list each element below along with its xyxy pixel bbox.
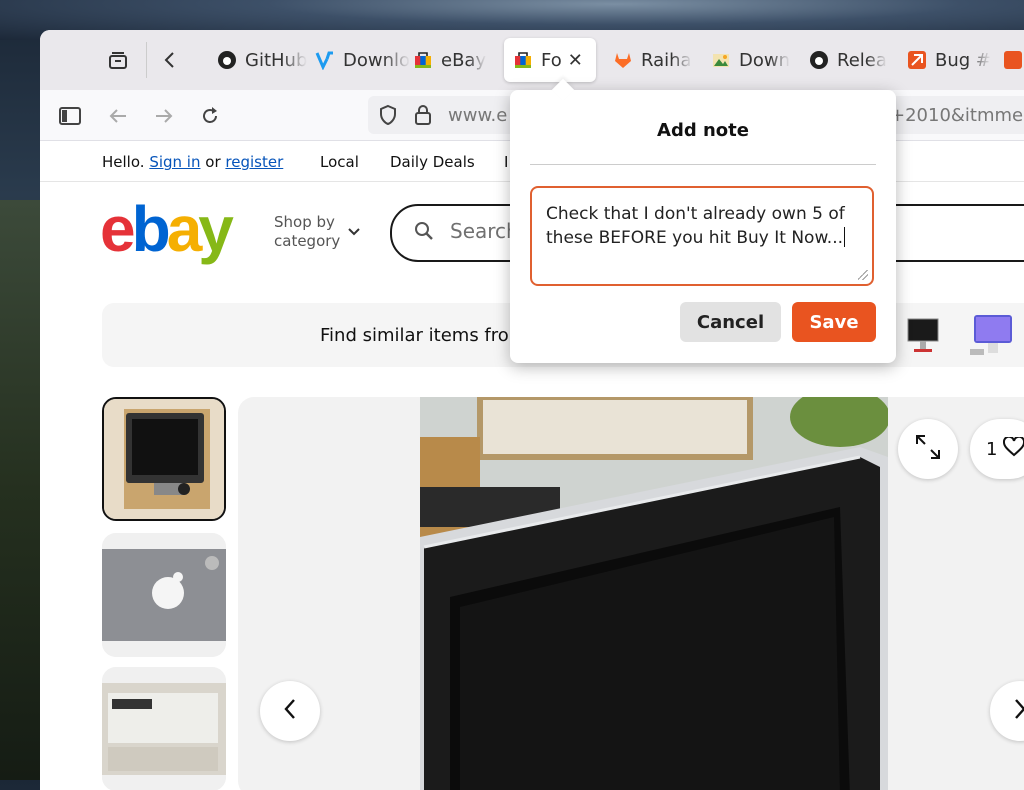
tab-label: Raiha: [641, 49, 692, 71]
tab-label: Bug #: [935, 49, 991, 71]
tab-bar: GitHub Downloads eBay Fo ✕ Raiha Down Re…: [40, 30, 1024, 90]
tab-downloads[interactable]: Downloads: [314, 38, 410, 82]
ebay-bag-icon: [512, 49, 534, 71]
imac-product-icon[interactable]: [968, 311, 1018, 363]
tab-partial[interactable]: [1002, 38, 1024, 82]
chevron-right-icon: [1013, 698, 1024, 724]
main-image-viewer[interactable]: 1: [238, 397, 1024, 790]
ebay-bag-icon: [412, 49, 434, 71]
tab-ebay[interactable]: eBay: [412, 38, 508, 82]
image-icon: [710, 49, 732, 71]
popup-title: Add note: [657, 120, 749, 141]
tab-github[interactable]: GitHub: [216, 38, 312, 82]
tab-label: Down: [739, 49, 791, 71]
github-icon: [808, 49, 830, 71]
thumbnail-1[interactable]: [102, 397, 226, 521]
heart-icon: [1003, 435, 1024, 461]
thumbnail-image: [102, 533, 226, 657]
gitlab-icon: [612, 49, 634, 71]
tab-bug[interactable]: Bug #: [906, 38, 996, 82]
expand-icon: [913, 432, 943, 466]
previous-image-button[interactable]: [260, 681, 320, 741]
shop-by-line2: category: [274, 232, 341, 250]
more-nav-link[interactable]: I: [504, 153, 508, 171]
save-button[interactable]: Save: [792, 302, 876, 342]
tab-label: Fo: [541, 49, 562, 71]
github-icon: [216, 49, 238, 71]
close-tab-icon[interactable]: ✕: [568, 50, 583, 71]
tab-ebay-active[interactable]: Fo ✕: [504, 38, 596, 82]
tab-label: Downloads: [343, 49, 410, 71]
expand-image-button[interactable]: [898, 419, 958, 479]
tab-divider: [146, 42, 147, 78]
url-text-tail: +2010&itmme: [890, 105, 1024, 126]
forward-icon[interactable]: [148, 100, 180, 132]
logo-letter-a: a: [166, 193, 203, 265]
logo-letter-e: e: [100, 193, 136, 265]
ebay-logo[interactable]: ebay: [100, 193, 234, 265]
search-input[interactable]: Search: [450, 219, 519, 243]
lock-icon[interactable]: [414, 104, 432, 130]
tab-label: eBay: [441, 49, 487, 71]
thumbnail-image: [104, 399, 224, 519]
shop-by-category-button[interactable]: Shop by category: [274, 213, 340, 251]
url-text: www.e: [448, 105, 508, 126]
tab-gitlab[interactable]: Raiha: [612, 38, 704, 82]
shop-by-line1: Shop by: [274, 213, 335, 231]
ubuntu-launchpad-icon: [906, 49, 928, 71]
shield-icon[interactable]: [378, 104, 398, 130]
tab-scroll-left-icon[interactable]: [154, 44, 186, 76]
tab-releases[interactable]: Relea: [808, 38, 900, 82]
watch-count: 1: [986, 438, 998, 460]
back-icon[interactable]: [102, 100, 134, 132]
chevron-down-icon: [348, 225, 360, 239]
desktop-wallpaper-hill: [0, 200, 40, 780]
ubuntu-launchpad-icon: [1002, 49, 1024, 71]
tab-label: Relea: [837, 49, 887, 71]
greeting: Hello. Sign in or register: [102, 153, 283, 171]
chevron-left-icon: [283, 698, 297, 724]
logo-letter-b: b: [131, 193, 171, 265]
thumbnail-2[interactable]: [102, 533, 226, 657]
watch-button[interactable]: 1: [970, 419, 1024, 479]
resize-grip-icon[interactable]: [858, 270, 868, 280]
greeting-text: Hello.: [102, 153, 145, 171]
daily-deals-link[interactable]: Daily Deals: [390, 153, 475, 171]
tab-downloads-2[interactable]: Down: [710, 38, 804, 82]
reload-icon[interactable]: [194, 100, 226, 132]
thumbnail-3[interactable]: [102, 667, 226, 790]
product-photo: [420, 397, 888, 790]
next-image-button[interactable]: [990, 681, 1024, 741]
logo-letter-y: y: [198, 193, 234, 265]
sign-in-link[interactable]: Sign in: [149, 153, 200, 171]
popup-divider: [530, 164, 876, 165]
search-icon: [414, 221, 434, 245]
text-caret: [844, 227, 846, 247]
v-logo-icon: [314, 49, 336, 71]
sidebar-toggle-icon[interactable]: [54, 100, 86, 132]
add-note-popup: Add note Check that I don't already own …: [510, 78, 896, 363]
note-textarea[interactable]: Check that I don't already own 5 of thes…: [530, 186, 874, 286]
cancel-button[interactable]: Cancel: [680, 302, 781, 342]
or-text: or: [205, 153, 221, 171]
banner-text: Find similar items from: [320, 325, 527, 346]
tab-overview-icon[interactable]: [102, 44, 134, 76]
thumbnail-image: [102, 667, 226, 790]
monitor-product-icon[interactable]: [902, 315, 946, 361]
tab-label: GitHub: [245, 49, 308, 71]
local-link[interactable]: Local: [320, 153, 359, 171]
note-text: Check that I don't already own 5 of thes…: [546, 204, 845, 248]
register-link[interactable]: register: [225, 153, 283, 171]
